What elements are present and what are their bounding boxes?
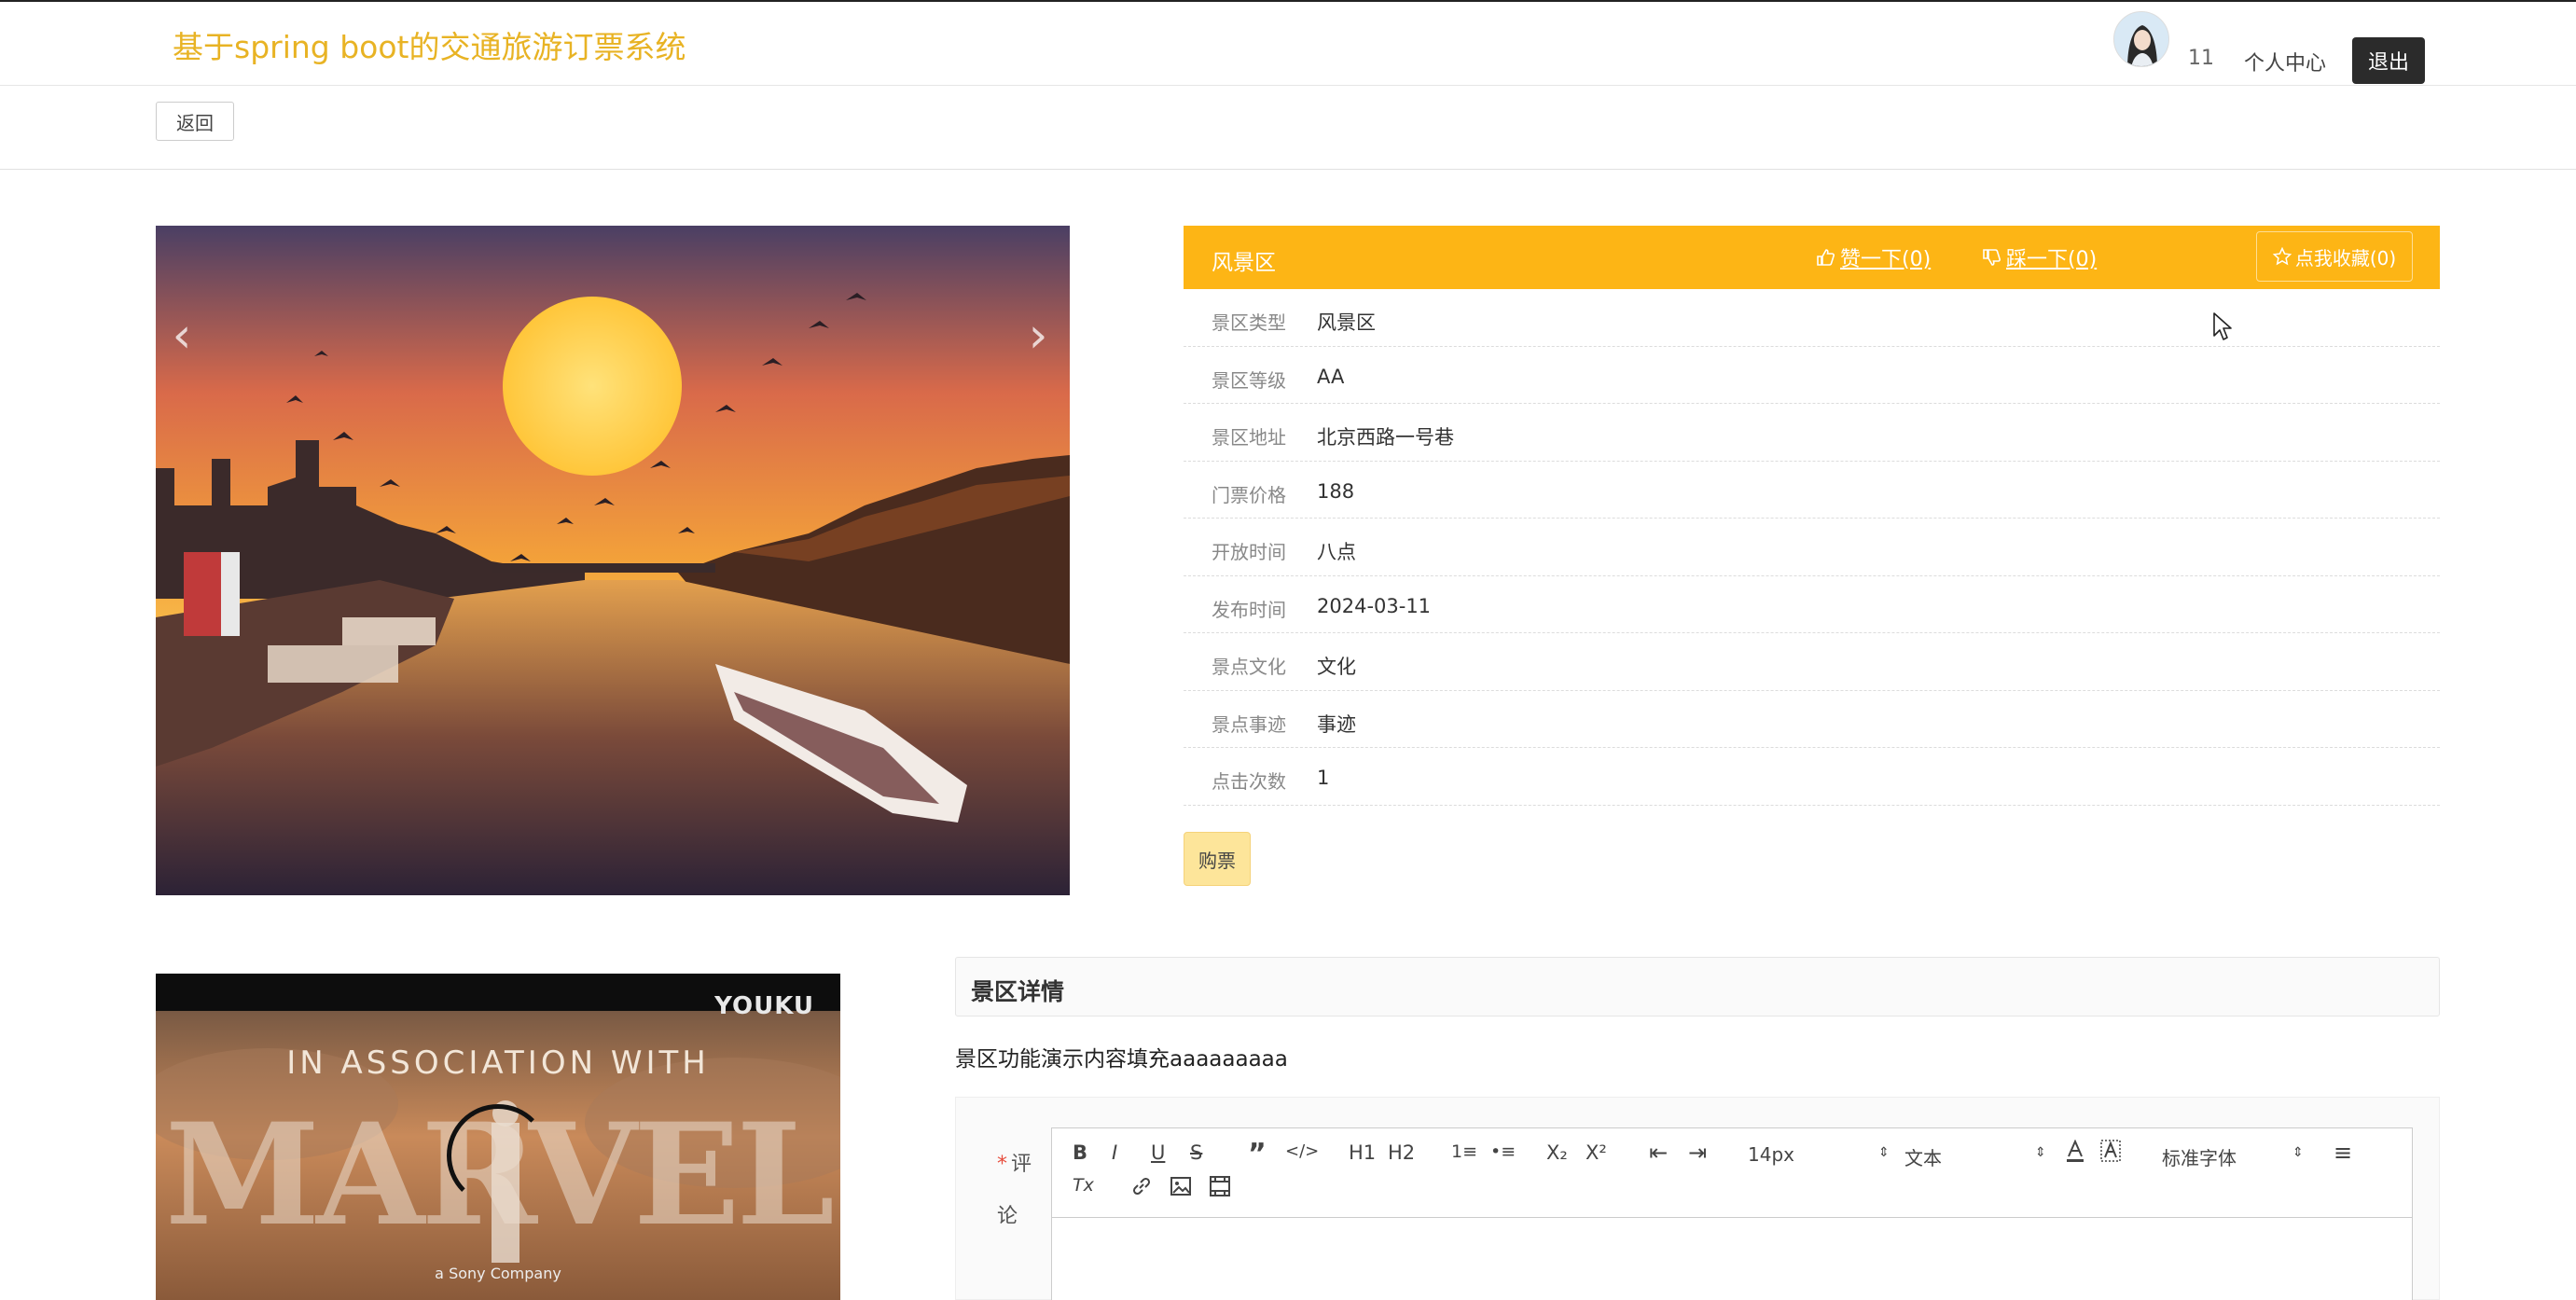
info-label: 发布时间 — [1212, 598, 1286, 621]
code-block-button[interactable]: </> — [1285, 1141, 1319, 1161]
info-label: 开放时间 — [1212, 541, 1286, 563]
back-button[interactable]: 返回 — [156, 102, 234, 141]
video-subcaption: a Sony Company — [435, 1265, 561, 1282]
video-player[interactable]: YOUKU IN ASSOCIATION WITH MARVEL a Sony … — [156, 974, 840, 1300]
user-avatar[interactable] — [2113, 11, 2169, 67]
info-label: 景区类型 — [1212, 311, 1286, 334]
youku-logo: YOUKU — [714, 992, 814, 1020]
loading-spinner-icon — [447, 1104, 549, 1207]
logout-button[interactable]: 退出 — [2352, 37, 2425, 84]
info-label: 点击次数 — [1212, 770, 1286, 793]
site-title[interactable]: 基于spring boot的交通旅游订票系统 — [173, 22, 686, 67]
info-row-story: 景点事迹 事迹 — [1184, 691, 2440, 748]
header-select[interactable]: 文本 ⇕ — [1904, 1143, 2046, 1170]
like-button[interactable]: 赞一下(0) — [1816, 242, 1931, 272]
dislike-label: 踩一下(0) — [2006, 248, 2098, 271]
thumbs-up-icon — [1817, 249, 1835, 266]
align-button[interactable]: ≡ — [2334, 1140, 2352, 1166]
subscript-button[interactable]: X₂ — [1546, 1141, 1568, 1164]
thumbs-down-icon — [1983, 249, 2001, 266]
info-row-clicks: 点击次数 1 — [1184, 748, 2440, 806]
underline-button[interactable]: U — [1151, 1141, 1165, 1164]
image-icon[interactable] — [1170, 1175, 1192, 1202]
font-color-icon[interactable] — [2065, 1139, 2085, 1169]
blockquote-button[interactable]: ” — [1248, 1138, 1267, 1170]
font-family-value: 标准字体 — [2162, 1147, 2237, 1169]
info-value: 八点 — [1317, 541, 1356, 563]
info-label: 景点文化 — [1212, 656, 1286, 678]
info-row-publish-time: 发布时间 2024-03-11 — [1184, 576, 2440, 633]
header-value: 文本 — [1904, 1147, 1942, 1169]
h1-button[interactable]: H1 — [1349, 1141, 1376, 1164]
rich-text-editor[interactable]: B I U S ” </> H1 H2 1≡ •≡ X₂ X² ⇤ ⇥ 14px… — [1051, 1127, 2413, 1300]
scenic-photo — [156, 226, 1070, 895]
indent-button[interactable]: ⇥ — [1688, 1140, 1707, 1166]
carousel-next-icon[interactable]: › — [1015, 308, 1061, 364]
editor-content-area[interactable] — [1052, 1218, 2412, 1300]
required-mark: * — [997, 1153, 1007, 1176]
info-row-price: 门票价格 188 — [1184, 462, 2440, 519]
select-caret-icon: ⇕ — [1878, 1145, 1890, 1160]
personal-center-link[interactable]: 个人中心 — [2244, 47, 2326, 76]
comment-label: * 评论 — [997, 1139, 1034, 1243]
favorite-label: 点我收藏(0) — [2294, 246, 2397, 270]
scenic-title: 风景区 — [1212, 251, 1276, 275]
info-row-address: 景区地址 北京西路一号巷 — [1184, 404, 2440, 462]
background-color-icon[interactable] — [2100, 1140, 2121, 1169]
info-row-type: 景区类型 风景区 — [1184, 289, 2440, 347]
favorite-button[interactable]: 点我收藏(0) — [2256, 231, 2413, 282]
italic-button[interactable]: I — [1112, 1141, 1117, 1164]
select-caret-icon: ⇕ — [2035, 1145, 2046, 1160]
info-row-open-time: 开放时间 八点 — [1184, 519, 2440, 576]
clear-format-button[interactable]: Tx — [1073, 1175, 1094, 1196]
info-value: 188 — [1317, 479, 1355, 503]
scenic-info-list: 景区类型 风景区 景区等级 AA 景区地址 北京西路一号巷 门票价格 188 开放时间 八… — [1184, 289, 2440, 806]
h2-button[interactable]: H2 — [1388, 1141, 1415, 1164]
info-label: 景区等级 — [1212, 368, 1286, 392]
info-value: 风景区 — [1317, 311, 1376, 334]
editor-toolbar: B I U S ” </> H1 H2 1≡ •≡ X₂ X² ⇤ ⇥ 14px… — [1052, 1128, 2412, 1218]
detail-section-header: 景区详情 — [955, 957, 2440, 1016]
detail-content: 景区功能演示内容填充aaaaaaaaa — [955, 1047, 1288, 1072]
dislike-button[interactable]: 踩一下(0) — [1982, 242, 2097, 272]
video-caption: IN ASSOCIATION WITH — [286, 1044, 710, 1082]
username: 11 — [2188, 47, 2214, 70]
info-value: AA — [1317, 365, 1345, 388]
superscript-button[interactable]: X² — [1586, 1141, 1607, 1164]
site-header: 基于spring boot的交通旅游订票系统 11 个人中心 退出 — [0, 2, 2576, 86]
mouse-cursor-icon — [2213, 312, 2232, 340]
font-size-value: 14px — [1748, 1143, 1794, 1166]
info-label: 景区地址 — [1212, 426, 1286, 449]
detail-title: 景区详情 — [971, 978, 1065, 1005]
info-row-culture: 景点文化 文化 — [1184, 633, 2440, 691]
scenic-info-header: 风景区 赞一下(0) 踩一下(0) 点我收藏(0) — [1184, 226, 2440, 289]
carousel-prev-icon[interactable]: ‹ — [159, 308, 205, 364]
action-bar: 返回 — [0, 86, 2576, 170]
outdent-button[interactable]: ⇤ — [1649, 1140, 1668, 1166]
scenic-image-carousel[interactable] — [156, 226, 1070, 895]
font-family-select[interactable]: 标准字体 ⇕ — [2162, 1143, 2304, 1170]
link-icon[interactable] — [1130, 1175, 1153, 1202]
comment-form: * 评论 B I U S ” </> H1 H2 1≡ •≡ X₂ X² ⇤ ⇥ … — [955, 1097, 2440, 1300]
star-icon — [2272, 247, 2292, 266]
info-row-level: 景区等级 AA — [1184, 347, 2440, 404]
ordered-list-button[interactable]: 1≡ — [1451, 1141, 1477, 1162]
font-size-select[interactable]: 14px ⇕ — [1748, 1143, 1890, 1166]
bullet-list-button[interactable]: •≡ — [1490, 1141, 1516, 1162]
info-label: 门票价格 — [1212, 483, 1286, 506]
select-caret-icon: ⇕ — [2292, 1145, 2304, 1160]
info-label: 景点事迹 — [1212, 712, 1286, 736]
info-value: 北京西路一号巷 — [1317, 426, 1454, 449]
info-value: 1 — [1317, 767, 1330, 789]
buy-ticket-button[interactable]: 购票 — [1184, 832, 1251, 886]
strike-button[interactable]: S — [1190, 1141, 1202, 1164]
like-label: 赞一下(0) — [1840, 248, 1932, 271]
info-value: 事迹 — [1317, 712, 1356, 736]
info-value: 文化 — [1317, 656, 1356, 678]
bold-button[interactable]: B — [1073, 1141, 1087, 1164]
video-icon[interactable] — [1209, 1175, 1231, 1202]
info-value: 2024-03-11 — [1317, 594, 1432, 617]
